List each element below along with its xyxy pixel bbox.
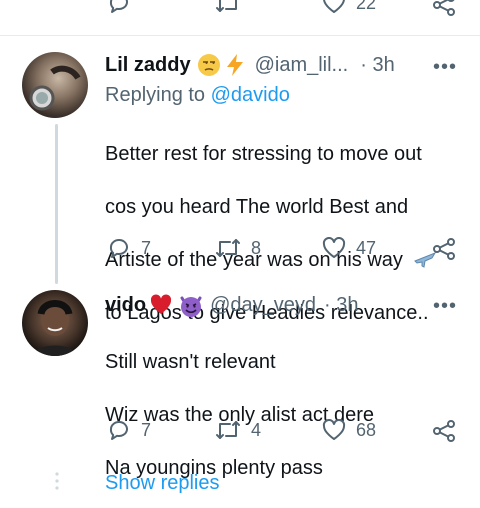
red-heart-emoji <box>149 293 173 317</box>
reply-count: 7 <box>141 419 152 440</box>
reply-button[interactable]: 7 <box>107 236 151 260</box>
heart-icon <box>322 237 346 259</box>
retweet-icon <box>215 0 241 15</box>
replying-to-label: Replying to <box>105 84 211 106</box>
timestamp[interactable]: · 3h <box>324 294 358 317</box>
like-count: 68 <box>356 419 377 440</box>
reply-count: 7 <box>141 237 152 258</box>
tweet-text-line: cos you heard The world Best and <box>105 195 409 218</box>
retweet-count: 4 <box>251 419 262 440</box>
handle[interactable]: @day_veyd <box>210 294 316 317</box>
tweet-header: Lil zaddy @iam_lil... · 3h <box>105 53 395 77</box>
display-name[interactable]: Lil zaddy <box>105 54 191 77</box>
more-options-button[interactable]: ••• <box>433 295 457 318</box>
smiling-devil-emoji <box>178 292 204 318</box>
retweet-button[interactable]: 4 <box>215 418 261 442</box>
share-button[interactable] <box>432 0 456 17</box>
retweet-button[interactable] <box>215 0 241 15</box>
thread-line <box>55 124 58 284</box>
retweet-count: 8 <box>251 237 262 258</box>
retweet-button[interactable]: 8 <box>215 236 261 260</box>
divider <box>0 35 480 36</box>
avatar[interactable] <box>22 290 88 356</box>
like-button[interactable]: 68 <box>322 419 376 441</box>
retweet-icon <box>215 418 241 442</box>
tweet-text-line: Still wasn't relevant <box>105 350 276 373</box>
heart-icon <box>322 419 346 441</box>
reply-icon <box>107 418 131 442</box>
like-count: 22 <box>356 0 377 13</box>
like-button[interactable]: 47 <box>322 237 376 259</box>
unamused-face-emoji <box>197 53 221 77</box>
tweet-text-line-with-emoji: Artiste of the year was on his way <box>105 247 437 274</box>
tweet-header: vido @day_veyd · 3h <box>105 292 359 318</box>
display-name[interactable]: vido <box>105 294 146 317</box>
reply-button[interactable] <box>107 0 131 15</box>
reply-icon <box>107 0 131 15</box>
share-icon <box>432 419 456 443</box>
retweet-icon <box>215 236 241 260</box>
timestamp[interactable]: · 3h <box>360 54 394 77</box>
heart-icon <box>322 0 346 14</box>
share-icon <box>432 237 456 261</box>
share-icon <box>432 0 456 17</box>
tweet-text-line: Better rest for stressing to move out <box>105 142 422 165</box>
show-replies-link[interactable]: Show replies <box>105 472 220 495</box>
reply-button[interactable]: 7 <box>107 418 151 442</box>
share-button[interactable] <box>432 237 456 261</box>
like-button[interactable]: 22 <box>322 0 376 14</box>
replying-to: Replying to @davido <box>105 84 290 107</box>
thread-dots <box>54 471 60 496</box>
reply-icon <box>107 236 131 260</box>
more-options-button[interactable]: ••• <box>433 56 457 79</box>
handle[interactable]: @iam_lil... <box>255 54 349 77</box>
lightning-emoji <box>223 53 247 77</box>
like-count: 47 <box>356 237 377 258</box>
share-button[interactable] <box>432 419 456 443</box>
replying-to-handle[interactable]: @davido <box>211 84 290 106</box>
avatar[interactable] <box>22 52 88 118</box>
